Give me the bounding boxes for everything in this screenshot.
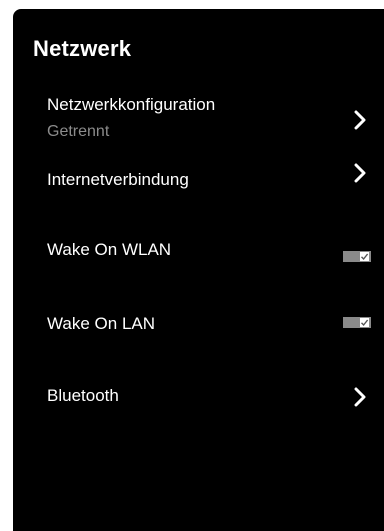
setting-wake-on-wlan[interactable]: Wake On WLAN <box>13 235 384 269</box>
page-title: Netzwerk <box>33 36 132 61</box>
wake-on-lan-checkbox[interactable] <box>343 317 371 328</box>
menu-item-label: Internetverbindung <box>47 170 189 189</box>
menu-item-network-configuration[interactable]: Netzwerkkonfiguration Getrennt <box>13 93 384 153</box>
checkbox-checked-icon <box>360 318 369 327</box>
checkbox-checked-icon <box>360 252 369 261</box>
connection-status-text: Getrennt <box>47 123 110 140</box>
menu-item-label: Bluetooth <box>47 386 119 405</box>
chevron-right-icon <box>353 110 367 130</box>
menu-item-internet-connection[interactable]: Internetverbindung <box>13 163 384 199</box>
setting-label: Wake On LAN <box>47 314 156 333</box>
menu-item-bluetooth[interactable]: Bluetooth <box>13 381 384 415</box>
setting-label: Wake On WLAN <box>47 240 172 259</box>
chevron-right-icon <box>353 387 367 407</box>
wake-on-wlan-checkbox[interactable] <box>343 251 371 262</box>
network-settings-panel: Netzwerk Netzwerkkonfiguration Getrennt … <box>13 9 384 531</box>
menu-item-label: Netzwerkkonfiguration <box>47 95 216 114</box>
setting-wake-on-lan[interactable]: Wake On LAN <box>13 309 384 343</box>
chevron-right-icon <box>353 163 367 183</box>
